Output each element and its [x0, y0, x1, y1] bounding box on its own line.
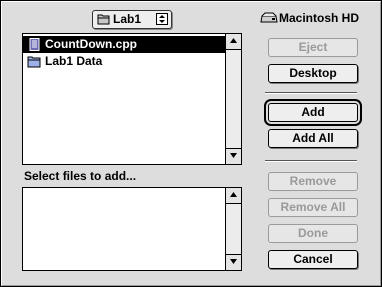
cancel-button[interactable]: Cancel: [268, 250, 358, 269]
scroll-up-arrow-icon[interactable]: [226, 34, 241, 50]
add-all-button[interactable]: Add All: [268, 129, 358, 148]
eject-button[interactable]: Eject: [268, 38, 358, 57]
updown-arrows-icon: [156, 13, 168, 25]
hard-disk-icon: [260, 12, 278, 23]
add-button[interactable]: Add: [268, 103, 358, 122]
list-item-label: Lab1 Data: [45, 54, 103, 68]
selected-files-label: Select files to add...: [24, 169, 137, 183]
desktop-button[interactable]: Desktop: [268, 64, 358, 83]
done-button[interactable]: Done: [268, 224, 358, 243]
scroll-down-arrow-icon[interactable]: [226, 254, 241, 270]
separator: [265, 160, 357, 162]
file-list[interactable]: CountDown.cpp Lab1 Data: [22, 33, 242, 165]
folder-icon: [27, 56, 41, 68]
document-icon: [29, 38, 40, 51]
folder-popup-label: Lab1: [113, 12, 142, 26]
folder-icon: [97, 14, 110, 25]
separator: [265, 92, 357, 94]
scroll-down-arrow-icon[interactable]: [226, 148, 241, 164]
files-to-add-list[interactable]: [22, 187, 242, 271]
scroll-up-arrow-icon[interactable]: [226, 188, 241, 204]
files-to-add-scrollbar[interactable]: [225, 188, 241, 270]
folder-popup-menu[interactable]: Lab1: [92, 10, 172, 29]
file-list-items: CountDown.cpp Lab1 Data: [23, 34, 225, 164]
list-item-countdown-cpp[interactable]: CountDown.cpp: [23, 36, 225, 53]
list-item-lab1-data[interactable]: Lab1 Data: [23, 53, 225, 70]
list-item-label: CountDown.cpp: [45, 37, 137, 51]
remove-button[interactable]: Remove: [268, 172, 358, 191]
remove-all-button[interactable]: Remove All: [268, 198, 358, 217]
file-list-scrollbar[interactable]: [225, 34, 241, 164]
volume-label: Macintosh HD: [279, 11, 360, 25]
